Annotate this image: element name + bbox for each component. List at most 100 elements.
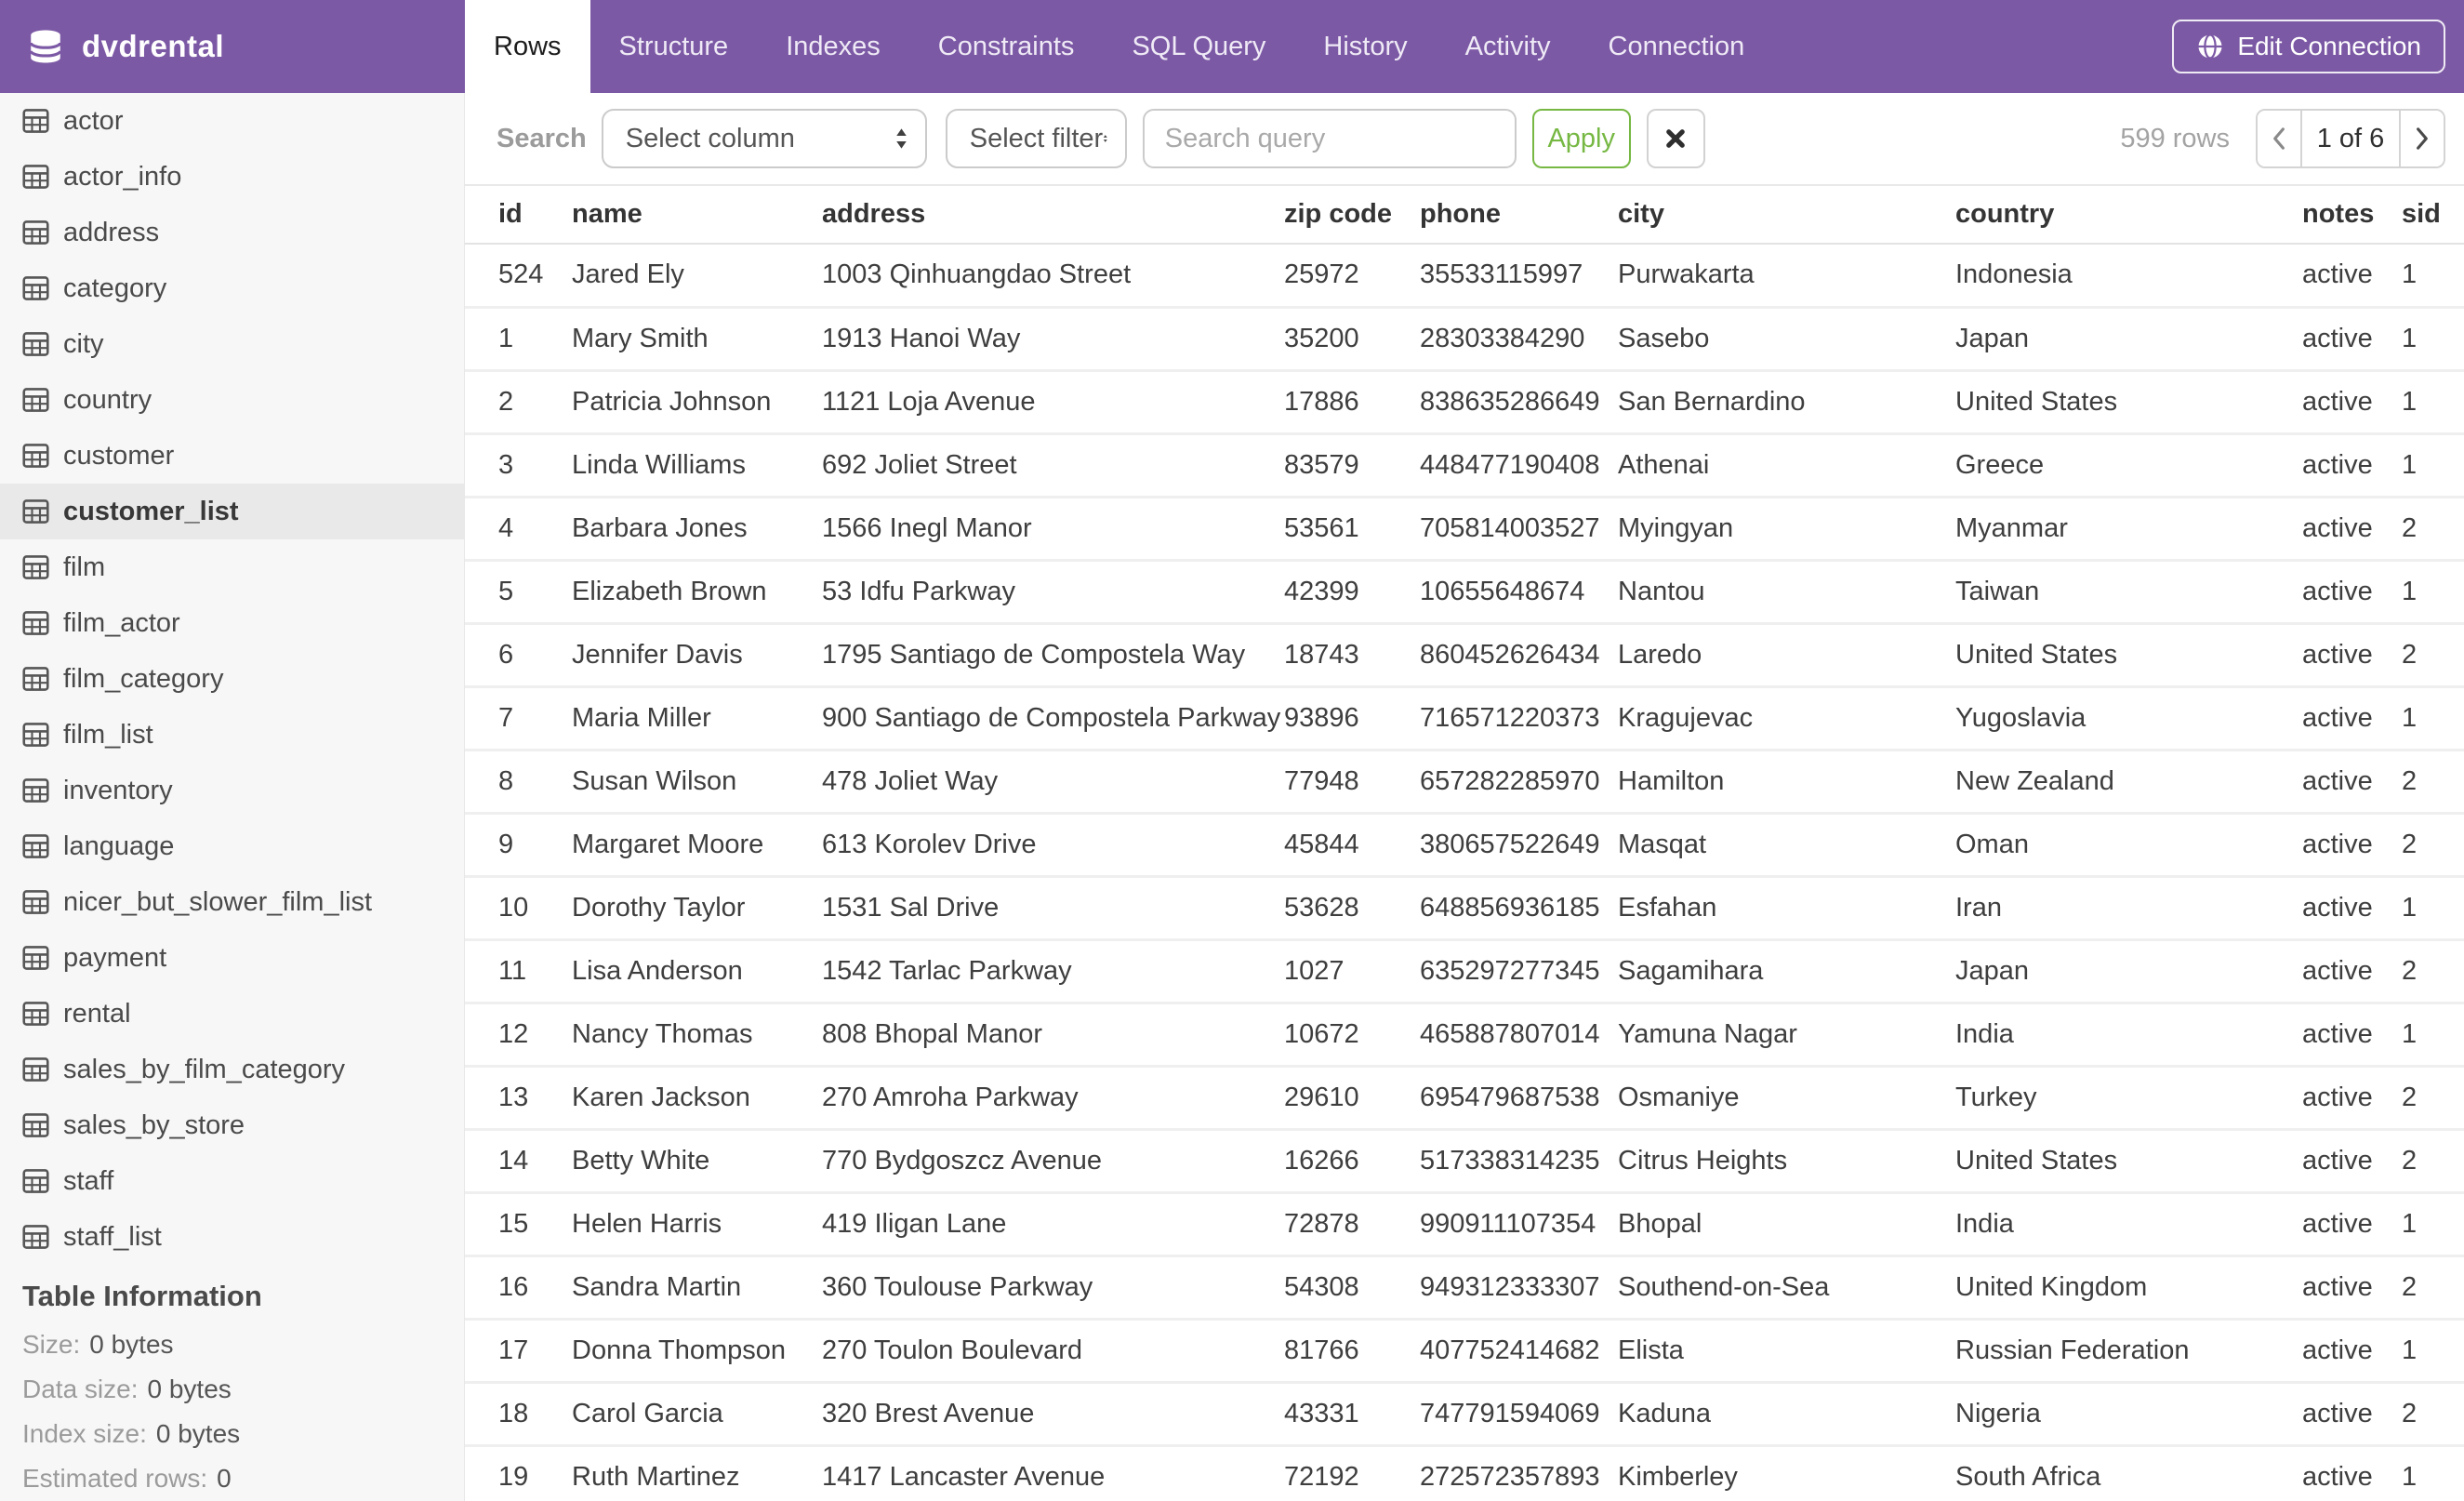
cell-id: 3 <box>465 433 572 498</box>
column-header-city[interactable]: city <box>1618 186 1955 245</box>
sidebar-item-sales-by-store[interactable]: sales_by_store <box>0 1097 464 1153</box>
cell-zip-code: 16266 <box>1284 1129 1420 1194</box>
cell-id: 4 <box>465 497 572 562</box>
database-name: dvdrental <box>82 29 225 63</box>
sidebar-item-city[interactable]: city <box>0 316 464 372</box>
cell-phone: 949312333307 <box>1420 1255 1618 1321</box>
cell-country: United States <box>1955 1129 2302 1194</box>
table-info-value: 0 bytes <box>89 1330 174 1359</box>
table-row[interactable]: 16 Sandra Martin 360 Toulouse Parkway 54308… <box>465 1255 2464 1321</box>
sidebar-item-customer-list[interactable]: customer_list <box>0 484 464 539</box>
sidebar-item-film-list[interactable]: film_list <box>0 707 464 763</box>
cell-country: Yugoslavia <box>1955 686 2302 751</box>
filter-select[interactable]: Select filter <box>945 109 1127 168</box>
table-row[interactable]: 7 Maria Miller 900 Santiago de Compostela … <box>465 686 2464 751</box>
table-row[interactable]: 11 Lisa Anderson 1542 Tarlac Parkway 1027 63… <box>465 939 2464 1004</box>
cell-id: 10 <box>465 876 572 941</box>
column-header-country[interactable]: country <box>1955 186 2302 245</box>
table-row[interactable]: 8 Susan Wilson 478 Joliet Way 77948 65728228… <box>465 750 2464 815</box>
cell-id: 2 <box>465 370 572 435</box>
sidebar-item-actor-info[interactable]: actor_info <box>0 149 464 205</box>
sidebar-item-rental[interactable]: rental <box>0 986 464 1042</box>
table-row[interactable]: 3 Linda Williams 692 Joliet Street 83579 448… <box>465 433 2464 498</box>
sidebar-item-customer[interactable]: customer <box>0 428 464 484</box>
sidebar-item-nicer-but-slower-film-list[interactable]: nicer_but_slower_film_list <box>0 874 464 930</box>
column-header-notes[interactable]: notes <box>2302 186 2402 245</box>
table-row[interactable]: 6 Jennifer Davis 1795 Santiago de Composte… <box>465 623 2464 688</box>
sidebar-item-label: payment <box>63 942 167 973</box>
apply-button[interactable]: Apply <box>1531 109 1631 168</box>
tab-connection[interactable]: Connection <box>1580 0 1774 93</box>
search-query-input[interactable] <box>1142 109 1517 168</box>
next-page-button[interactable] <box>2399 111 2444 166</box>
table-info-value: 0 <box>217 1464 232 1493</box>
cell-address: 320 Brest Avenue <box>822 1382 1284 1447</box>
table-row[interactable]: 1 Mary Smith 1913 Hanoi Way 35200 2830338429… <box>465 307 2464 372</box>
sidebar-item-inventory[interactable]: inventory <box>0 763 464 818</box>
column-header-name[interactable]: name <box>572 186 822 245</box>
cell-notes: active <box>2302 939 2402 1004</box>
column-header-zip-code[interactable]: zip code <box>1284 186 1420 245</box>
sidebar-item-actor[interactable]: actor <box>0 93 464 149</box>
table-row[interactable]: 15 Helen Harris 419 Iligan Lane 72878 990911… <box>465 1192 2464 1257</box>
table-row[interactable]: 19 Ruth Martinez 1417 Lancaster Avenue 7219… <box>465 1445 2464 1501</box>
sidebar-item-label: staff <box>63 1165 114 1196</box>
table-row[interactable]: 4 Barbara Jones 1566 Inegl Manor 53561 70581… <box>465 497 2464 562</box>
x-mark-icon <box>1666 129 1686 148</box>
cell-name: Donna Thompson <box>572 1319 822 1384</box>
sidebar-item-staff[interactable]: staff <box>0 1153 464 1209</box>
sidebar-item-payment[interactable]: payment <box>0 930 464 986</box>
column-header-phone[interactable]: phone <box>1420 186 1618 245</box>
table-info-data-size-: Data size: 0 bytes <box>22 1367 464 1412</box>
tab-history[interactable]: History <box>1294 0 1436 93</box>
cell-phone: 407752414682 <box>1420 1319 1618 1384</box>
cell-address: 1795 Santiago de Compostela Way <box>822 623 1284 688</box>
table-row[interactable]: 9 Margaret Moore 613 Korolev Drive 45844 380… <box>465 813 2464 878</box>
sidebar-item-country[interactable]: country <box>0 372 464 428</box>
sidebar-item-label: film_category <box>63 663 224 694</box>
clear-search-button[interactable] <box>1646 109 1705 168</box>
tab-sql-query[interactable]: SQL Query <box>1103 0 1294 93</box>
cell-phone: 10655648674 <box>1420 560 1618 625</box>
table-row[interactable]: 14 Betty White 770 Bydgoszcz Avenue 16266 51… <box>465 1129 2464 1194</box>
cell-sid: 1 <box>2402 244 2464 309</box>
sidebar-item-address[interactable]: address <box>0 205 464 260</box>
table-row[interactable]: 17 Donna Thompson 270 Toulon Boulevard 8176… <box>465 1319 2464 1384</box>
table-row[interactable]: 5 Elizabeth Brown 53 Idfu Parkway 42399 1065… <box>465 560 2464 625</box>
cell-city: Athenai <box>1618 433 1955 498</box>
sidebar-item-film-actor[interactable]: film_actor <box>0 595 464 651</box>
column-header-sid[interactable]: sid <box>2402 186 2464 245</box>
table-row[interactable]: 2 Patricia Johnson 1121 Loja Avenue 17886 83… <box>465 370 2464 435</box>
sidebar-item-staff-list[interactable]: staff_list <box>0 1209 464 1265</box>
table-row[interactable]: 18 Carol Garcia 320 Brest Avenue 43331 74779… <box>465 1382 2464 1447</box>
tab-constraints[interactable]: Constraints <box>909 0 1104 93</box>
cell-city: Hamilton <box>1618 750 1955 815</box>
tab-structure[interactable]: Structure <box>590 0 758 93</box>
sidebar-item-language[interactable]: language <box>0 818 464 874</box>
table-row[interactable]: 10 Dorothy Taylor 1531 Sal Drive 53628 64885… <box>465 876 2464 941</box>
sidebar-item-label: staff_list <box>63 1221 162 1252</box>
cell-name: Linda Williams <box>572 433 822 498</box>
cell-address: 808 Bhopal Manor <box>822 1003 1284 1068</box>
cell-notes: active <box>2302 1319 2402 1384</box>
tab-rows[interactable]: Rows <box>465 0 590 93</box>
table-row[interactable]: 13 Karen Jackson 270 Amroha Parkway 29610 69… <box>465 1066 2464 1131</box>
column-select[interactable]: Select column <box>601 109 927 168</box>
table-row[interactable]: 524 Jared Ely 1003 Qinhuangdao Street 25972… <box>465 244 2464 309</box>
edit-connection-button[interactable]: Edit Connection <box>2172 20 2445 73</box>
sidebar-item-sales-by-film-category[interactable]: sales_by_film_category <box>0 1042 464 1097</box>
cell-name: Margaret Moore <box>572 813 822 878</box>
cell-phone: 35533115997 <box>1420 244 1618 309</box>
tab-activity[interactable]: Activity <box>1437 0 1580 93</box>
sidebar-item-film[interactable]: film <box>0 539 464 595</box>
page-indicator: 1 of 6 <box>2316 123 2385 153</box>
prev-page-button[interactable] <box>2258 111 2302 166</box>
sidebar-item-category[interactable]: category <box>0 260 464 316</box>
cell-name: Dorothy Taylor <box>572 876 822 941</box>
tab-indexes[interactable]: Indexes <box>757 0 909 93</box>
sidebar-item-film-category[interactable]: film_category <box>0 651 464 707</box>
column-header-id[interactable]: id <box>465 186 572 245</box>
column-header-address[interactable]: address <box>822 186 1284 245</box>
table-row[interactable]: 12 Nancy Thomas 808 Bhopal Manor 10672 46588… <box>465 1003 2464 1068</box>
cell-address: 1531 Sal Drive <box>822 876 1284 941</box>
